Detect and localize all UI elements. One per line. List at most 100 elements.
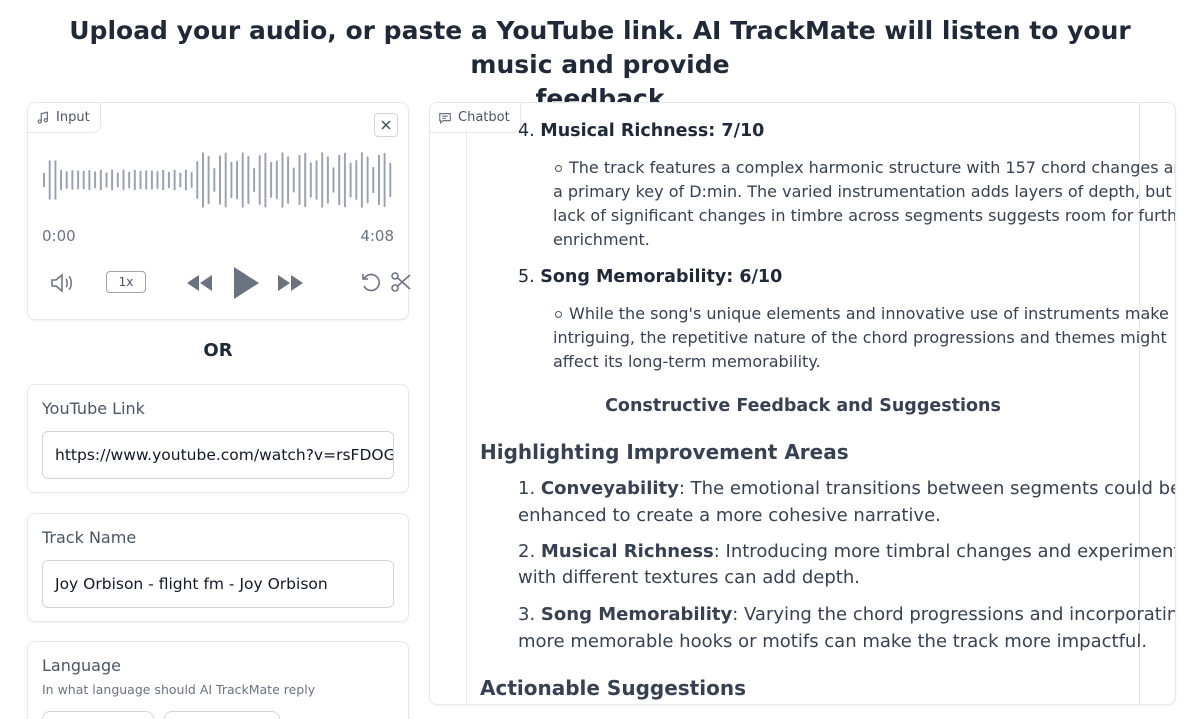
list-item-title: Song Memorability: 6/10 [540,267,783,287]
waveform-bar [275,160,278,200]
waveform-bar [253,167,256,193]
track-name-label: Track Name [42,528,137,547]
waveform-bar [230,161,233,199]
improvement-text-continued: enhanced to create a more cohesive narra… [518,505,941,526]
sub-bullet-line: lack of significant changes in timbre ac… [553,206,1176,225]
chat-icon [439,112,451,124]
audio-input-panel: Input 0:00 4:08 1x [27,102,411,320]
scissors-icon [391,272,411,292]
waveform-bar [298,154,301,205]
waveform-bar [190,172,193,188]
track-name-input[interactable]: Joy Orbison - flight fm - Joy Orbison [42,560,394,608]
sub-bullet-line: intriguing, the repetitive nature of the… [553,328,1167,347]
skip-forward-button[interactable] [276,270,306,296]
waveform-bar [383,152,386,208]
music-note-icon [37,111,49,124]
waveform-bar [82,170,85,190]
youtube-link-label: YouTube Link [42,399,145,418]
page-title: Upload your audio, or paste a YouTube li… [40,14,1160,116]
waveform-bar [105,172,108,188]
waveform-bar [281,152,284,208]
waveform-bar [207,155,210,205]
waveform-bar [241,152,244,208]
improvement-item: 3. Song Memorability: Varying the chord … [518,604,1175,625]
improvement-term: Musical Richness [540,541,714,562]
waveform-bar [128,171,131,189]
improvement-item: 1. Conveyability: The emotional transiti… [518,478,1176,499]
close-icon [381,120,391,130]
waveform-bar [139,170,142,190]
total-duration: 4:08 [360,227,394,245]
waveform-bar [156,171,159,189]
playback-speed-button[interactable]: 1x [106,271,146,293]
reset-button[interactable] [358,269,384,295]
waveform-bar [338,154,341,206]
waveform-bar [236,160,238,200]
improvement-term: Conveyability [540,478,679,499]
waveform-bar [133,169,136,191]
waveform-bar [219,155,221,205]
waveform-bar [360,152,363,208]
language-label: Language [42,656,121,675]
waveform-bar [389,162,392,198]
bullet-circle [555,165,562,172]
waveform-bar [315,160,318,200]
waveform-bar [54,160,57,200]
waveform-bar [184,169,187,191]
current-time: 0:00 [42,227,76,245]
bullet-circle [555,311,562,318]
waveform-bar [94,171,97,189]
language-option-1[interactable] [42,711,154,719]
improvement-term: Song Memorability [540,604,733,625]
chatbot-label: Chatbot [458,110,510,125]
section-heading-improvement-areas: Highlighting Improvement Areas [480,440,849,464]
improvement-text: : The emotional transitions between segm… [678,478,1176,499]
clear-audio-button[interactable] [374,113,398,137]
page-title-line-1: Upload your audio, or paste a YouTube li… [69,16,1131,79]
list-number: 3. [518,604,536,625]
waveform-bar [258,155,261,205]
improvement-text: : Introducing more timbral changes and e… [713,541,1176,562]
audio-waveform[interactable] [42,147,394,213]
language-info: In what language should AI TrackMate rep… [42,682,316,697]
waveform-bar [88,169,91,191]
volume-button[interactable] [48,269,76,297]
waveform-bar [321,152,324,208]
rewind-icon [187,275,212,291]
waveform-bar [65,171,68,189]
list-item-title: Musical Richness: 7/10 [540,121,765,141]
waveform-bar [213,168,216,192]
track-name-panel: Track Name Joy Orbison - flight fm - Joy… [27,513,409,622]
trim-button[interactable] [388,269,414,295]
sub-bullet-line: The track features a complex harmonic st… [569,158,1176,177]
sub-bullet-line: a primary key of D:min. The varied instr… [553,182,1176,201]
waveform-bar [224,152,227,208]
waveform-bar [247,156,250,205]
waveform-bar [173,169,176,191]
improvement-text-continued: more memorable hooks or motifs can make … [518,631,1148,652]
skip-back-button[interactable] [184,270,214,296]
sub-bullet-line: affect its long-term memorability. [553,352,821,371]
waveform-bar [167,171,170,189]
waveform-bar [270,162,273,198]
fast-forward-icon [278,275,303,291]
sub-bullet-line: enrichment. [553,230,650,249]
play-icon [234,267,259,299]
waveform-bar [122,169,125,191]
volume-icon [51,273,72,293]
waveform-bar [179,172,182,188]
list-number: 1. [518,478,536,499]
or-divider-label: OR [203,340,233,361]
waveform-bar [48,160,51,200]
youtube-link-input[interactable]: https://www.youtube.com/watch?v=rsFDOGwk [42,431,394,479]
language-option-2[interactable] [164,711,280,719]
waveform-bar [60,169,62,191]
waveform-bar [326,156,329,204]
waveform-bar [309,162,312,198]
improvement-item: 2. Musical Richness: Introducing more ti… [518,541,1176,562]
play-button[interactable] [228,265,264,301]
section-heading-actionable-suggestions: Actionable Suggestions [480,676,746,700]
list-item-musical-richness: 4. Musical Richness: 7/10 [518,121,764,141]
waveform-bar [378,154,380,206]
waveform-bar [111,169,114,191]
